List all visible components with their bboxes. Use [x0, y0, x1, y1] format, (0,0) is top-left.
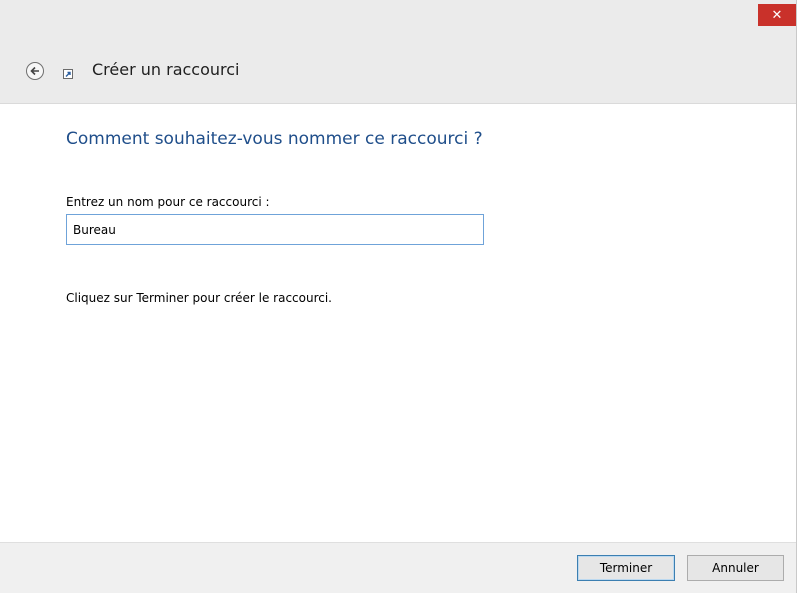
finish-instruction: Cliquez sur Terminer pour créer le racco… — [66, 291, 332, 305]
shortcut-name-input[interactable] — [66, 214, 484, 245]
page-heading: Comment souhaitez-vous nommer ce raccour… — [66, 129, 483, 149]
finish-button[interactable]: Terminer — [577, 555, 675, 581]
wizard-title: Créer un raccourci — [92, 60, 240, 79]
cancel-button[interactable]: Annuler — [687, 555, 784, 581]
name-field-label: Entrez un nom pour ce raccourci : — [66, 195, 270, 209]
create-shortcut-window: ✕ Créer un raccourci Comment souhaitez-v… — [0, 0, 797, 593]
back-button[interactable] — [26, 62, 44, 80]
close-icon: ✕ — [771, 7, 783, 23]
close-button[interactable]: ✕ — [758, 4, 796, 26]
title-bar: ✕ — [0, 0, 796, 39]
button-footer — [0, 542, 796, 593]
back-arrow-icon — [30, 66, 39, 76]
shortcut-wizard-icon — [63, 69, 73, 79]
